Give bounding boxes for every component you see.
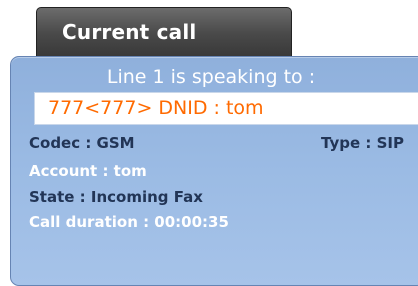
- codec-label: Codec : GSM: [29, 134, 135, 152]
- caller-id-box: 777<777> DNID : tom: [34, 92, 418, 125]
- speaking-to-label: Line 1 is speaking to :: [106, 66, 316, 88]
- account-label: Account : tom: [29, 162, 147, 180]
- type-label: Type : SIP: [321, 134, 404, 152]
- caller-id-text: 777<777> DNID : tom: [48, 97, 264, 119]
- current-call-panel: Line 1 is speaking to : 777<777> DNID : …: [10, 56, 418, 286]
- state-label: State : Incoming Fax: [29, 188, 203, 206]
- call-duration-label: Call duration : 00:00:35: [29, 213, 229, 231]
- current-call-tab-label: Current call: [62, 20, 197, 44]
